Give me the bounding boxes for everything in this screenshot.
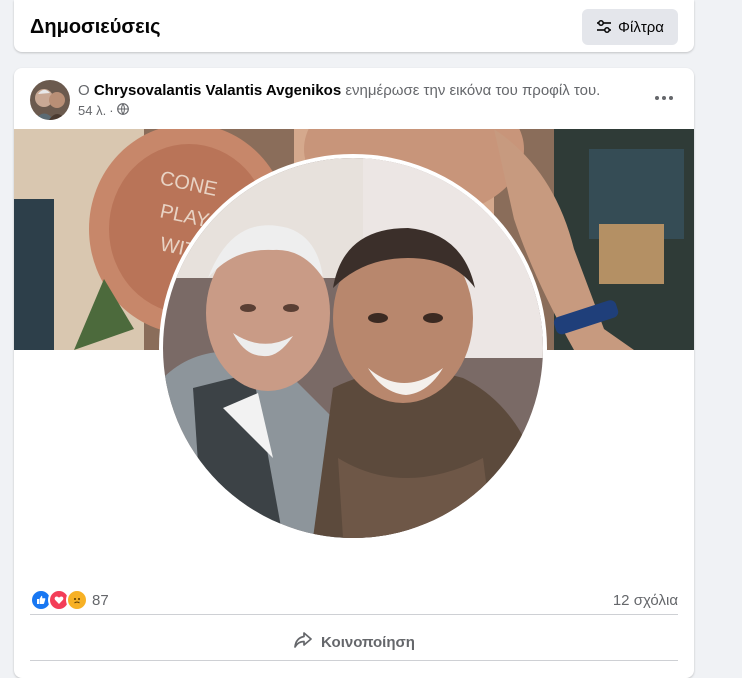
- sliders-icon: [596, 20, 612, 34]
- filters-button-label: Φίλτρα: [618, 18, 664, 36]
- more-dot-icon: [655, 96, 659, 100]
- posts-header: Δημοσιεύσεις Φίλτρα: [14, 0, 694, 52]
- share-button[interactable]: Κοινοποίηση: [30, 624, 678, 661]
- post-options-button[interactable]: [652, 88, 676, 108]
- more-dot-icon: [662, 96, 666, 100]
- page-title: Δημοσιεύσεις: [30, 16, 161, 38]
- share-button-label: Κοινοποίηση: [321, 633, 415, 651]
- post-headline: Ο Chrysovalantis Valantis Avgenikos ενημ…: [78, 82, 638, 99]
- author-avatar[interactable]: [30, 80, 70, 120]
- meta-separator: ·: [109, 103, 114, 118]
- reaction-count: 87: [92, 591, 109, 609]
- sad-reaction-icon: [66, 589, 88, 611]
- post-action-text: ενημέρωσε την εικόνα του προφίλ του.: [345, 82, 601, 99]
- author-name-link[interactable]: Chrysovalantis Valantis Avgenikos: [94, 82, 341, 99]
- share-arrow-icon: [293, 631, 313, 653]
- more-dot-icon: [669, 96, 673, 100]
- reactions-bar: 87 12 σχόλια: [30, 586, 678, 615]
- profile-picture[interactable]: [163, 158, 543, 538]
- reactions-summary[interactable]: 87: [30, 589, 109, 611]
- profile-picture-frame: [159, 154, 547, 542]
- post-card: Ο Chrysovalantis Valantis Avgenikos ενημ…: [14, 68, 694, 678]
- post-prefix: Ο: [78, 82, 90, 99]
- globe-icon: [116, 103, 129, 118]
- post-meta: 54 λ. ·: [78, 103, 129, 118]
- filters-button[interactable]: Φίλτρα: [582, 9, 678, 45]
- post-timestamp[interactable]: 54 λ.: [78, 103, 106, 118]
- comments-count-link[interactable]: 12 σχόλια: [613, 592, 678, 609]
